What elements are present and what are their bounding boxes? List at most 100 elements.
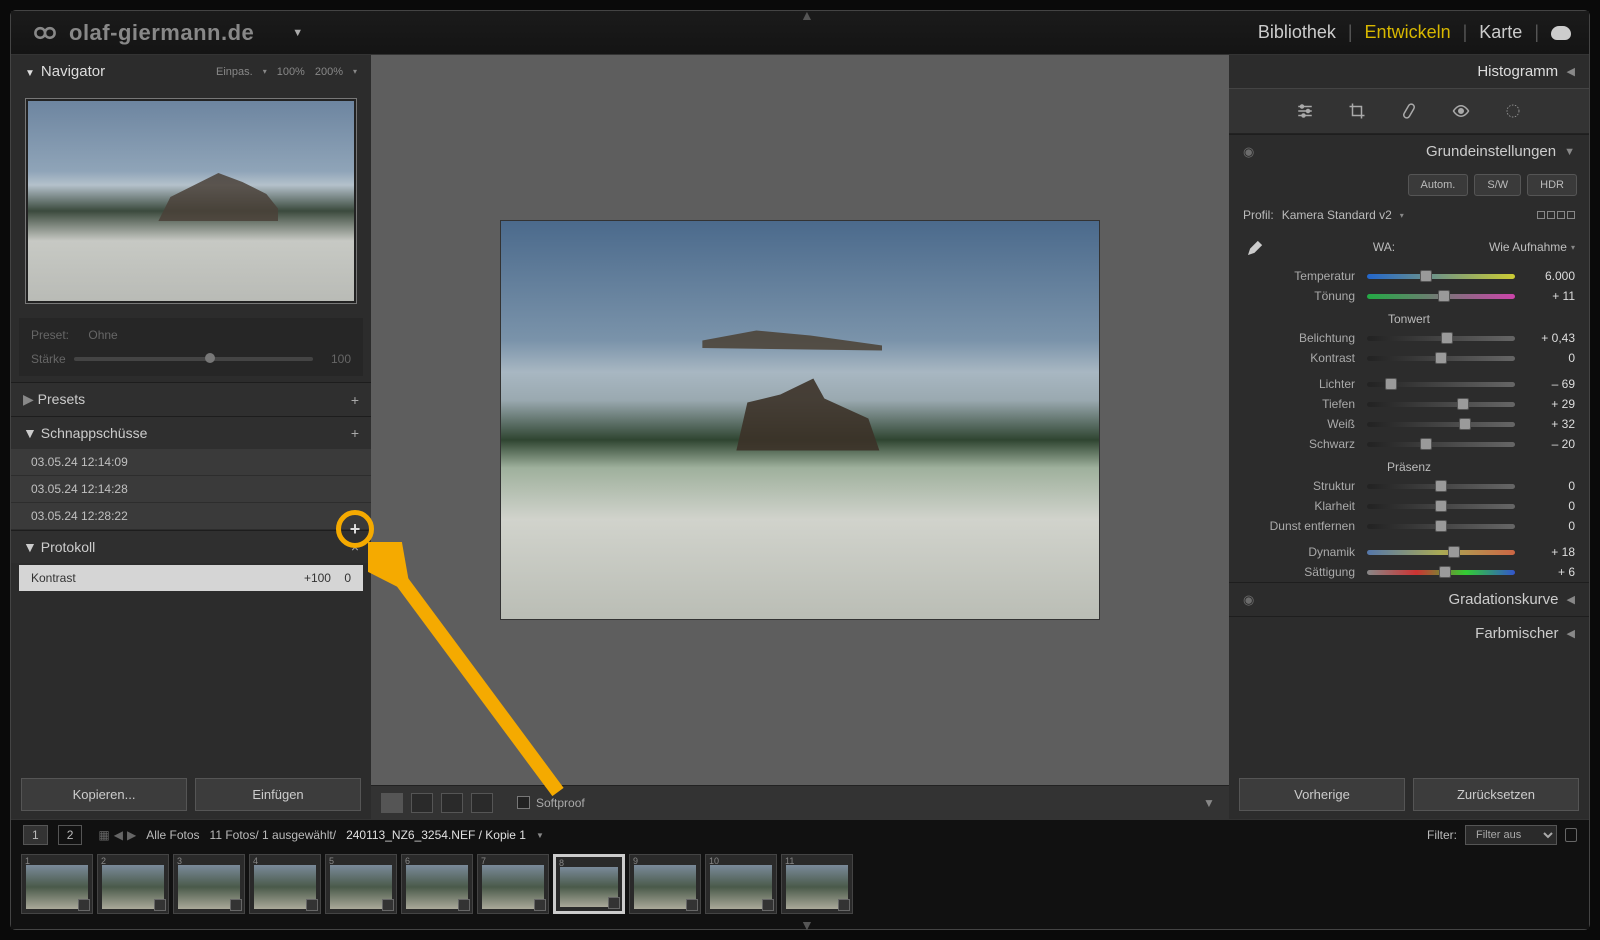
toggle-panel-icon[interactable]: ◉ [1243,144,1254,160]
highlights-slider[interactable]: Lichter– 69 [1229,374,1589,394]
softproof-checkbox[interactable] [517,796,530,809]
image-canvas[interactable]: Softproof ▼ [371,55,1229,819]
thumbnail[interactable]: 10 [705,854,777,914]
snapshot-item[interactable]: 03.05.24 12:14:28 [11,476,371,503]
toolbar-menu-icon[interactable]: ▼ [1199,795,1219,811]
zoom-fit[interactable]: Einpas. [216,66,253,78]
thumbnail[interactable]: 1 [21,854,93,914]
add-snapshot-button[interactable]: + [351,425,359,441]
reset-button[interactable]: Zurücksetzen [1413,778,1579,811]
tone-subheader: Tonwert [1229,306,1589,328]
temperature-slider[interactable]: Temperatur6.000 [1229,266,1589,286]
zoom-100[interactable]: 100% [277,66,305,78]
strength-slider[interactable] [74,357,313,361]
vibrance-slider[interactable]: Dynamik+ 18 [1229,542,1589,562]
presets-header[interactable]: ▶ Presets + [11,382,371,416]
bw-button[interactable]: S/W [1474,174,1521,196]
contrast-slider[interactable]: Kontrast0 [1229,348,1589,368]
healing-icon[interactable] [1399,101,1419,121]
navigator-preview[interactable] [25,98,357,304]
filter-select[interactable]: Filter aus [1465,825,1557,845]
filename-label: 240113_NZ6_3254.NEF / Kopie 1 [346,828,526,842]
grid-icon[interactable]: ▦ [98,828,109,842]
saturation-slider[interactable]: Sättigung+ 6 [1229,562,1589,582]
expand-bottom-icon[interactable]: ▼ [800,917,814,933]
profile-value[interactable]: Kamera Standard v2 [1282,208,1392,222]
whites-slider[interactable]: Weiß+ 32 [1229,414,1589,434]
dehaze-slider[interactable]: Dunst entfernen0 [1229,516,1589,536]
zoom-200[interactable]: 200% [315,66,343,78]
thumbnail[interactable]: 2 [97,854,169,914]
exposure-slider[interactable]: Belichtung+ 0,43 [1229,328,1589,348]
filter-lock-icon[interactable] [1565,828,1577,842]
texture-slider[interactable]: Struktur0 [1229,476,1589,496]
crop-icon[interactable] [1347,101,1367,121]
thumbnail[interactable]: 5 [325,854,397,914]
profile-row[interactable]: Profil: Kamera Standard v2▾ [1229,202,1589,228]
basic-header[interactable]: ◉ Grundeinstellungen ▼ [1229,135,1589,168]
add-preset-button[interactable]: + [351,392,359,408]
infinity-icon [29,23,61,43]
develop-toolbar: Softproof ▼ [371,785,1229,819]
copy-settings-button[interactable]: Kopieren... [21,778,187,811]
before-after-tb-button[interactable] [441,793,463,813]
right-panel: Histogramm ◀ ◉ Grundeinstellungen ▼ Auto… [1229,55,1589,819]
wb-preset[interactable]: Wie Aufnahme [1489,240,1567,254]
masking-icon[interactable] [1503,101,1523,121]
swap-before-after-button[interactable] [471,793,493,813]
primary-display-button[interactable]: 1 [23,825,48,845]
auto-button[interactable]: Autom. [1408,174,1469,196]
expand-top-icon[interactable]: ▲ [800,7,814,23]
filter-label: Filter: [1427,828,1457,842]
filmstrip: 1 2 ▦ ◀ ▶ Alle Fotos 11 Fotos/ 1 ausgewä… [11,819,1589,929]
tonecurve-header[interactable]: ◉Gradationskurve◀ [1229,583,1589,616]
tool-strip [1229,88,1589,134]
thumbnail[interactable]: 11 [781,854,853,914]
previous-button[interactable]: Vorherige [1239,778,1405,811]
thumbnail[interactable]: 6 [401,854,473,914]
secondary-display-button[interactable]: 2 [58,825,83,845]
navigator-header[interactable]: ▼Navigator Einpas.▾ 100% 200%▾ [11,55,371,88]
thumbnail[interactable]: 3 [173,854,245,914]
history-row[interactable]: Kontrast +100 0 [19,565,363,591]
strength-value: 100 [321,352,351,366]
left-panel: ▼Navigator Einpas.▾ 100% 200%▾ Preset: O… [11,55,371,819]
thumbnail[interactable]: 9 [629,854,701,914]
redeye-icon[interactable] [1451,101,1471,121]
module-develop[interactable]: Entwickeln [1365,22,1451,43]
thumbnail[interactable]: 7 [477,854,549,914]
softproof-label: Softproof [536,796,585,810]
nav-fwd-icon[interactable]: ▶ [127,828,136,842]
thumbnail[interactable]: 4 [249,854,321,914]
main-photo[interactable] [500,220,1100,620]
identity-menu-icon[interactable]: ▼ [292,27,303,39]
nav-back-icon[interactable]: ◀ [114,828,123,842]
clarity-slider[interactable]: Klarheit0 [1229,496,1589,516]
presence-subheader: Präsenz [1229,454,1589,476]
preset-value: Ohne [88,328,117,342]
preset-amount-block: Preset: Ohne Stärke 100 [19,318,363,376]
paste-settings-button[interactable]: Einfügen [195,778,361,811]
colormixer-header[interactable]: ◉Farbmischer◀ [1229,617,1589,650]
before-after-lr-button[interactable] [411,793,433,813]
history-header[interactable]: ▼ Protokoll × [11,530,371,563]
wb-eyedropper-icon[interactable] [1243,234,1269,260]
blacks-slider[interactable]: Schwarz– 20 [1229,434,1589,454]
profile-browser-icon[interactable] [1537,211,1575,219]
loupe-view-button[interactable] [381,793,403,813]
identity-plate[interactable]: olaf-giermann.de ▼ [29,20,304,46]
source-label[interactable]: Alle Fotos [146,828,199,842]
clear-history-button[interactable]: × [351,539,359,555]
snapshot-item[interactable]: 03.05.24 12:14:09 [11,449,371,476]
shadows-slider[interactable]: Tiefen+ 29 [1229,394,1589,414]
hdr-button[interactable]: HDR [1527,174,1577,196]
edit-sliders-icon[interactable] [1295,101,1315,121]
snapshots-header[interactable]: ▼ Schnappschüsse + [11,416,371,449]
cloud-sync-icon[interactable] [1551,26,1571,40]
snapshot-item[interactable]: 03.05.24 12:28:22 [11,503,371,530]
histogram-header[interactable]: Histogramm ◀ [1229,55,1589,88]
thumbnail[interactable]: 8 [553,854,625,914]
module-library[interactable]: Bibliothek [1258,22,1336,43]
module-map[interactable]: Karte [1479,22,1522,43]
tint-slider[interactable]: Tönung+ 11 [1229,286,1589,306]
